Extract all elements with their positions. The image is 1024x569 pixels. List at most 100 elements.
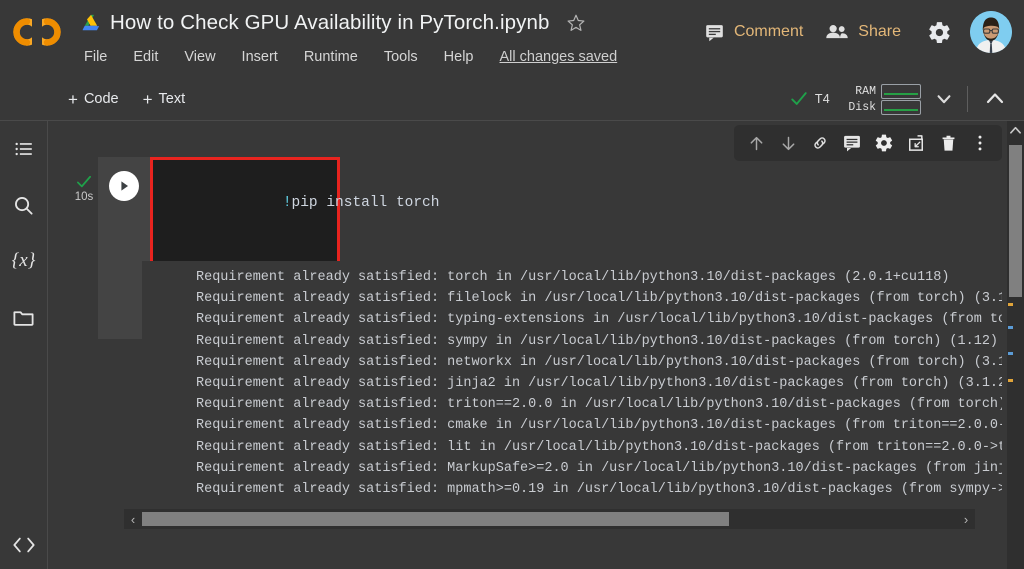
share-button[interactable]: Share [825, 22, 901, 43]
sidebar-item-variables[interactable]: {x} [0, 241, 47, 281]
disk-label: Disk [848, 100, 876, 114]
page-vertical-scrollbar[interactable] [1007, 121, 1024, 569]
output-line: Requirement already satisfied: cmake in … [196, 418, 1002, 434]
code-token: pip install torch [291, 195, 440, 211]
menu-item-view[interactable]: View [184, 49, 215, 65]
cell-status-gutter: 10s [70, 157, 98, 339]
hscroll-thumb[interactable] [142, 512, 729, 526]
sidebar-item-code-snippets[interactable] [0, 525, 47, 565]
green-checkmark-icon [791, 92, 807, 105]
add-code-cell-button[interactable]: + Code [68, 91, 119, 108]
menu-item-tools[interactable]: Tools [384, 49, 418, 65]
scroll-marker [1008, 379, 1013, 382]
gear-icon [929, 21, 950, 43]
scroll-up-arrow[interactable] [1007, 121, 1024, 139]
more-cell-actions-button[interactable] [964, 127, 996, 159]
header-actions: Comment Share [682, 10, 1012, 54]
cell-output-wrapper: Requirement already satisfied: torch in … [142, 261, 1002, 507]
toolbar-divider [967, 86, 968, 112]
ram-meter: RAM [842, 83, 921, 99]
hscroll-track[interactable] [142, 512, 957, 526]
code-line: !pip install torch [161, 170, 440, 236]
gear-icon [875, 134, 893, 152]
sidebar-item-files[interactable] [0, 297, 47, 337]
google-drive-icon [82, 14, 100, 31]
disk-sparkline [881, 99, 921, 115]
settings-button[interactable] [927, 20, 952, 45]
scroll-right-arrow[interactable]: › [957, 509, 975, 529]
move-cell-down-button[interactable] [772, 127, 804, 159]
menu-item-edit[interactable]: Edit [133, 49, 158, 65]
folder-icon [13, 310, 34, 326]
colab-logo[interactable] [10, 12, 66, 52]
chevron-up-icon [986, 93, 1004, 104]
comment-button[interactable]: Comment [704, 22, 803, 43]
comment-icon [844, 135, 860, 152]
variables-icon: {x} [11, 250, 36, 271]
link-icon [814, 137, 826, 149]
output-line: Requirement already satisfied: mpmath>=0… [196, 482, 1002, 498]
delete-cell-button[interactable] [932, 127, 964, 159]
chevron-up-icon [1010, 126, 1021, 134]
move-cell-up-button[interactable] [740, 127, 772, 159]
add-cell-buttons: + Code + Text [68, 78, 209, 120]
output-line: Requirement already satisfied: sympy in … [196, 333, 999, 349]
menu-item-file[interactable]: File [84, 49, 107, 65]
user-avatar-image [970, 11, 1012, 53]
scroll-marker [1008, 326, 1013, 329]
accelerator-label: T4 [814, 92, 830, 106]
page-title: How to Check GPU Availability in PyTorch… [110, 11, 550, 34]
sidebar-item-table-of-contents[interactable] [0, 129, 47, 169]
save-status[interactable]: All changes saved [500, 49, 618, 65]
add-comment-button[interactable] [836, 127, 868, 159]
runtime-dropdown-button[interactable] [935, 90, 953, 108]
menu-item-runtime[interactable]: Runtime [304, 49, 358, 65]
collapse-toolbar-button[interactable] [984, 88, 1006, 110]
output-line: Requirement already satisfied: triton==2… [196, 397, 1002, 413]
output-horizontal-scrollbar[interactable]: ‹ › [124, 509, 975, 529]
resource-meters[interactable]: RAM Disk [842, 83, 921, 115]
comment-label: Comment [733, 23, 804, 40]
notebook-toolbar: + Code + Text T4 RAM Disk [0, 78, 1024, 121]
comment-icon [706, 24, 723, 41]
colab-app: How to Check GPU Availability in PyTorch… [0, 0, 1024, 569]
copy-cell-link-button[interactable] [804, 127, 836, 159]
menu-item-help[interactable]: Help [444, 49, 474, 65]
execution-time: 10s [74, 191, 94, 203]
open-in-new-icon [909, 135, 923, 151]
mirror-cell-in-tab-button[interactable] [900, 127, 932, 159]
search-icon [15, 196, 33, 215]
cell-output: Requirement already satisfied: torch in … [142, 261, 1002, 507]
vscroll-thumb[interactable] [1009, 145, 1022, 297]
cell-settings-button[interactable] [868, 127, 900, 159]
runtime-status: T4 RAM Disk [790, 78, 1010, 120]
main-area: {x} 10s !pip install torch Requirement a… [0, 121, 1024, 569]
green-checkmark-icon [77, 175, 91, 188]
scroll-left-arrow[interactable]: ‹ [124, 509, 142, 529]
notebook-title-row: How to Check GPU Availability in PyTorch… [80, 6, 587, 40]
avatar[interactable] [970, 11, 1012, 53]
add-code-label: Code [83, 91, 119, 107]
sidebar-item-search[interactable] [0, 185, 47, 225]
output-line: Requirement already satisfied: MarkupSaf… [196, 460, 1002, 476]
scroll-marker [1008, 352, 1013, 355]
output-line: Requirement already satisfied: lit in /u… [196, 439, 1002, 455]
notebook-canvas: 10s !pip install torch Requirement alrea… [48, 121, 1024, 569]
people-icon [826, 24, 849, 38]
star-icon[interactable] [565, 12, 587, 34]
add-text-cell-button[interactable]: + Text [143, 91, 186, 108]
output-line: Requirement already satisfied: torch in … [196, 270, 950, 285]
menu-item-insert[interactable]: Insert [242, 49, 278, 65]
output-line: Requirement already satisfied: networkx … [196, 354, 1002, 370]
arrow-down-icon [782, 136, 794, 150]
code-token: ! [282, 195, 292, 211]
app-header: How to Check GPU Availability in PyTorch… [0, 0, 1024, 78]
ram-label: RAM [855, 84, 876, 98]
play-icon [121, 181, 128, 191]
run-cell-button[interactable] [109, 171, 139, 201]
cell-action-toolbar [734, 125, 1002, 161]
disk-meter: Disk [842, 99, 921, 115]
code-cell: 10s !pip install torch Requirement alrea… [70, 157, 1002, 529]
output-line: Requirement already satisfied: jinja2 in… [196, 376, 1002, 392]
